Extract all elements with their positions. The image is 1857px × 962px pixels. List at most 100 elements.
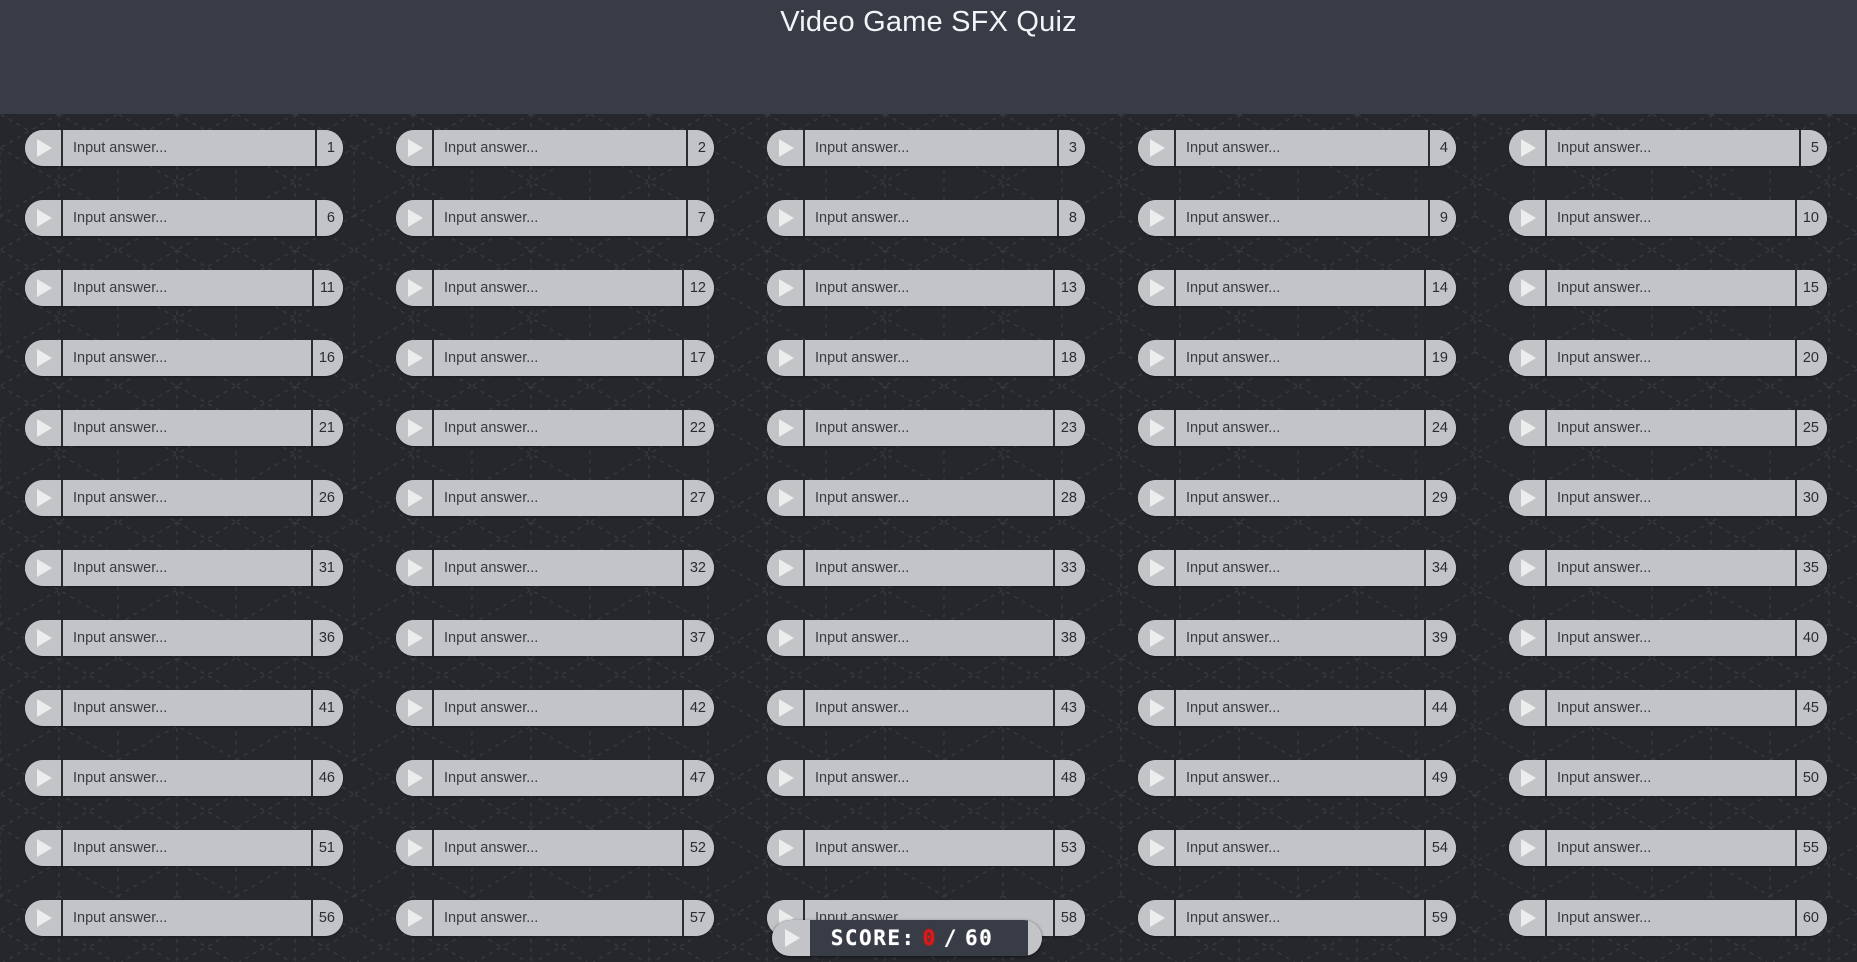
answer-input[interactable] [805, 760, 1053, 796]
answer-input[interactable] [805, 130, 1057, 166]
play-button[interactable] [1509, 130, 1547, 166]
answer-input[interactable] [805, 690, 1053, 726]
play-button[interactable] [1138, 690, 1176, 726]
play-button[interactable] [767, 410, 805, 446]
play-button[interactable] [1509, 760, 1547, 796]
answer-input[interactable] [434, 270, 682, 306]
answer-input[interactable] [434, 620, 682, 656]
answer-input[interactable] [434, 410, 682, 446]
answer-input[interactable] [805, 340, 1053, 376]
answer-input[interactable] [805, 200, 1057, 236]
play-button[interactable] [1509, 900, 1547, 936]
answer-input[interactable] [1176, 900, 1424, 936]
answer-input[interactable] [1176, 830, 1424, 866]
play-button[interactable] [396, 130, 434, 166]
play-button[interactable] [1138, 900, 1176, 936]
answer-input[interactable] [63, 480, 311, 516]
answer-input[interactable] [1176, 410, 1424, 446]
play-button[interactable] [767, 550, 805, 586]
play-button[interactable] [396, 690, 434, 726]
answer-input[interactable] [63, 200, 315, 236]
answer-input[interactable] [63, 760, 311, 796]
answer-input[interactable] [1176, 690, 1424, 726]
play-button[interactable] [1509, 620, 1547, 656]
answer-input[interactable] [63, 620, 311, 656]
answer-input[interactable] [1176, 760, 1424, 796]
answer-input[interactable] [1176, 340, 1424, 376]
answer-input[interactable] [1547, 340, 1795, 376]
answer-input[interactable] [1547, 480, 1795, 516]
play-button[interactable] [1138, 270, 1176, 306]
play-button[interactable] [25, 480, 63, 516]
answer-input[interactable] [434, 760, 682, 796]
answer-input[interactable] [63, 270, 312, 306]
play-button[interactable] [396, 480, 434, 516]
answer-input[interactable] [63, 550, 311, 586]
play-button[interactable] [1138, 340, 1176, 376]
play-button[interactable] [396, 900, 434, 936]
play-button[interactable] [25, 690, 63, 726]
play-button[interactable] [25, 830, 63, 866]
play-button[interactable] [1138, 550, 1176, 586]
answer-input[interactable] [1547, 690, 1795, 726]
play-button[interactable] [767, 270, 805, 306]
play-button[interactable] [396, 270, 434, 306]
answer-input[interactable] [63, 830, 311, 866]
answer-input[interactable] [434, 830, 682, 866]
play-button[interactable] [1509, 830, 1547, 866]
answer-input[interactable] [1176, 270, 1424, 306]
answer-input[interactable] [1176, 550, 1424, 586]
answer-input[interactable] [63, 900, 311, 936]
play-button[interactable] [25, 270, 63, 306]
play-button[interactable] [1138, 620, 1176, 656]
play-button[interactable] [1509, 480, 1547, 516]
play-button[interactable] [767, 620, 805, 656]
answer-input[interactable] [1547, 900, 1795, 936]
play-button[interactable] [1509, 200, 1547, 236]
answer-input[interactable] [805, 270, 1053, 306]
answer-input[interactable] [63, 690, 311, 726]
answer-input[interactable] [1547, 830, 1795, 866]
play-button[interactable] [1138, 130, 1176, 166]
answer-input[interactable] [434, 690, 682, 726]
play-button[interactable] [1138, 410, 1176, 446]
play-button[interactable] [1138, 200, 1176, 236]
play-button[interactable] [25, 550, 63, 586]
play-button[interactable] [1138, 830, 1176, 866]
play-button[interactable] [1509, 690, 1547, 726]
play-button[interactable] [396, 620, 434, 656]
answer-input[interactable] [63, 130, 315, 166]
answer-input[interactable] [805, 550, 1053, 586]
play-button[interactable] [25, 410, 63, 446]
play-button[interactable] [1138, 760, 1176, 796]
play-button[interactable] [396, 760, 434, 796]
play-button[interactable] [396, 830, 434, 866]
answer-input[interactable] [434, 900, 682, 936]
answer-input[interactable] [63, 340, 311, 376]
answer-input[interactable] [1547, 130, 1799, 166]
answer-input[interactable] [1547, 620, 1795, 656]
play-button[interactable] [767, 830, 805, 866]
play-button[interactable] [25, 130, 63, 166]
play-button[interactable] [25, 900, 63, 936]
play-button[interactable] [396, 340, 434, 376]
play-button[interactable] [25, 340, 63, 376]
play-button[interactable] [25, 620, 63, 656]
play-button[interactable] [25, 760, 63, 796]
play-button[interactable] [1509, 270, 1547, 306]
answer-input[interactable] [1176, 130, 1428, 166]
answer-input[interactable] [805, 410, 1053, 446]
answer-input[interactable] [434, 200, 686, 236]
answer-input[interactable] [1176, 620, 1424, 656]
score-play-button[interactable] [772, 920, 810, 956]
play-button[interactable] [767, 480, 805, 516]
play-button[interactable] [1509, 340, 1547, 376]
play-button[interactable] [1138, 480, 1176, 516]
answer-input[interactable] [1176, 200, 1428, 236]
play-button[interactable] [396, 550, 434, 586]
answer-input[interactable] [805, 830, 1053, 866]
play-button[interactable] [396, 410, 434, 446]
answer-input[interactable] [805, 480, 1053, 516]
answer-input[interactable] [434, 480, 682, 516]
answer-input[interactable] [1547, 270, 1795, 306]
